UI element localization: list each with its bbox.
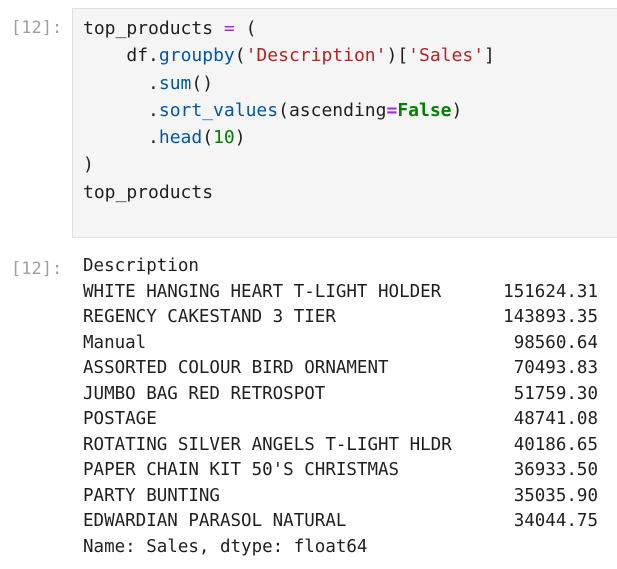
row-value: 48741.08 xyxy=(513,409,598,429)
code-token: . xyxy=(148,45,159,67)
input-prompt: [12]: xyxy=(11,18,63,38)
code-token: . xyxy=(148,72,159,94)
table-row: ASSORTED COLOUR BIRD ORNAMENT 70493.83 xyxy=(83,356,613,382)
row-value: 98560.64 xyxy=(513,332,598,353)
code-token: () xyxy=(191,72,214,94)
table-row: EDWARDIAN PARASOL NATURAL 34044.75 xyxy=(83,509,613,535)
code-token: = xyxy=(223,18,235,39)
output-index-name: Description xyxy=(83,256,199,276)
table-row: POSTAGE 48741.08 xyxy=(83,407,613,433)
row-description: PARTY BUNTING xyxy=(83,485,220,506)
code-token: ) xyxy=(451,99,463,121)
row-description: REGENCY CAKESTAND 3 TIER xyxy=(83,307,336,327)
code-token: head xyxy=(158,127,203,149)
row-description: WHITE HANGING HEART T-LIGHT HOLDER xyxy=(83,281,442,302)
table-row: REGENCY CAKESTAND 3 TIER 143893.35 xyxy=(83,305,613,331)
row-description: PAPER CHAIN KIT 50'S CHRISTMAS xyxy=(83,460,400,480)
output-text[interactable]: Description WHITE HANGING HEART T-LIGHT … xyxy=(83,254,613,560)
row-description: JUMBO BAG RED RETROSPOT xyxy=(83,383,326,404)
code-token: False xyxy=(397,99,452,121)
code-token: [ xyxy=(397,45,409,67)
row-description: Manual xyxy=(83,332,147,353)
code-text[interactable]: top_products = ( df.groupby('Description… xyxy=(83,15,495,206)
code-token: df xyxy=(126,45,149,67)
code-token: = xyxy=(386,99,398,121)
table-row: ROTATING SILVER ANGELS T-LIGHT HLDR 40186… xyxy=(83,433,613,459)
table-row: WHITE HANGING HEART T-LIGHT HOLDER 151624… xyxy=(83,280,613,306)
code-token: . xyxy=(148,127,159,149)
output-rows: WHITE HANGING HEART T-LIGHT HOLDER 151624… xyxy=(83,280,613,535)
row-value: 35035.90 xyxy=(513,485,598,506)
input-cell[interactable]: [12]: top_products = ( df.groupby('Descr… xyxy=(0,0,617,240)
code-token: ) xyxy=(83,154,94,176)
row-value: 70493.83 xyxy=(513,358,598,378)
code-editor[interactable]: top_products = ( df.groupby('Description… xyxy=(72,8,617,238)
code-token: ( xyxy=(202,127,214,149)
code-token: 'Sales' xyxy=(408,45,485,67)
code-token: ( xyxy=(245,18,257,39)
code-token: ( xyxy=(278,99,289,121)
code-token: ) xyxy=(386,45,398,67)
code-token: sort_values xyxy=(158,99,279,121)
table-row: PARTY BUNTING 35035.90 xyxy=(83,484,613,510)
row-description: EDWARDIAN PARASOL NATURAL xyxy=(83,511,347,531)
table-row: JUMBO BAG RED RETROSPOT 51759.30 xyxy=(83,382,613,408)
code-token: ] xyxy=(484,45,495,67)
row-value: 143893.35 xyxy=(503,307,598,327)
code-token: ( xyxy=(234,45,246,67)
row-value: 151624.31 xyxy=(503,281,598,302)
row-description: ROTATING SILVER ANGELS T-LIGHT HLDR xyxy=(83,434,452,455)
code-token: groupby xyxy=(158,45,235,67)
row-value: 34044.75 xyxy=(513,511,598,531)
code-token: 'Description' xyxy=(245,45,387,67)
table-row: Manual 98560.64 xyxy=(83,331,613,357)
row-description: POSTAGE xyxy=(83,409,157,429)
code-token: top_products xyxy=(83,181,214,203)
code-token: 10 xyxy=(213,127,235,149)
table-row: PAPER CHAIN KIT 50'S CHRISTMAS 36933.50 xyxy=(83,458,613,484)
row-value: 36933.50 xyxy=(513,460,598,480)
output-prompt: [12]: xyxy=(11,259,63,279)
code-token: . xyxy=(148,99,159,121)
code-token: ) xyxy=(234,127,246,149)
row-value: 51759.30 xyxy=(513,383,598,404)
output-footer: Name: Sales, dtype: float64 xyxy=(83,536,368,557)
code-token: top_products xyxy=(83,18,214,39)
row-value: 40186.65 xyxy=(513,434,598,455)
row-description: ASSORTED COLOUR BIRD ORNAMENT xyxy=(83,358,389,378)
code-token: sum xyxy=(158,72,192,94)
code-token: ascending xyxy=(288,99,387,121)
